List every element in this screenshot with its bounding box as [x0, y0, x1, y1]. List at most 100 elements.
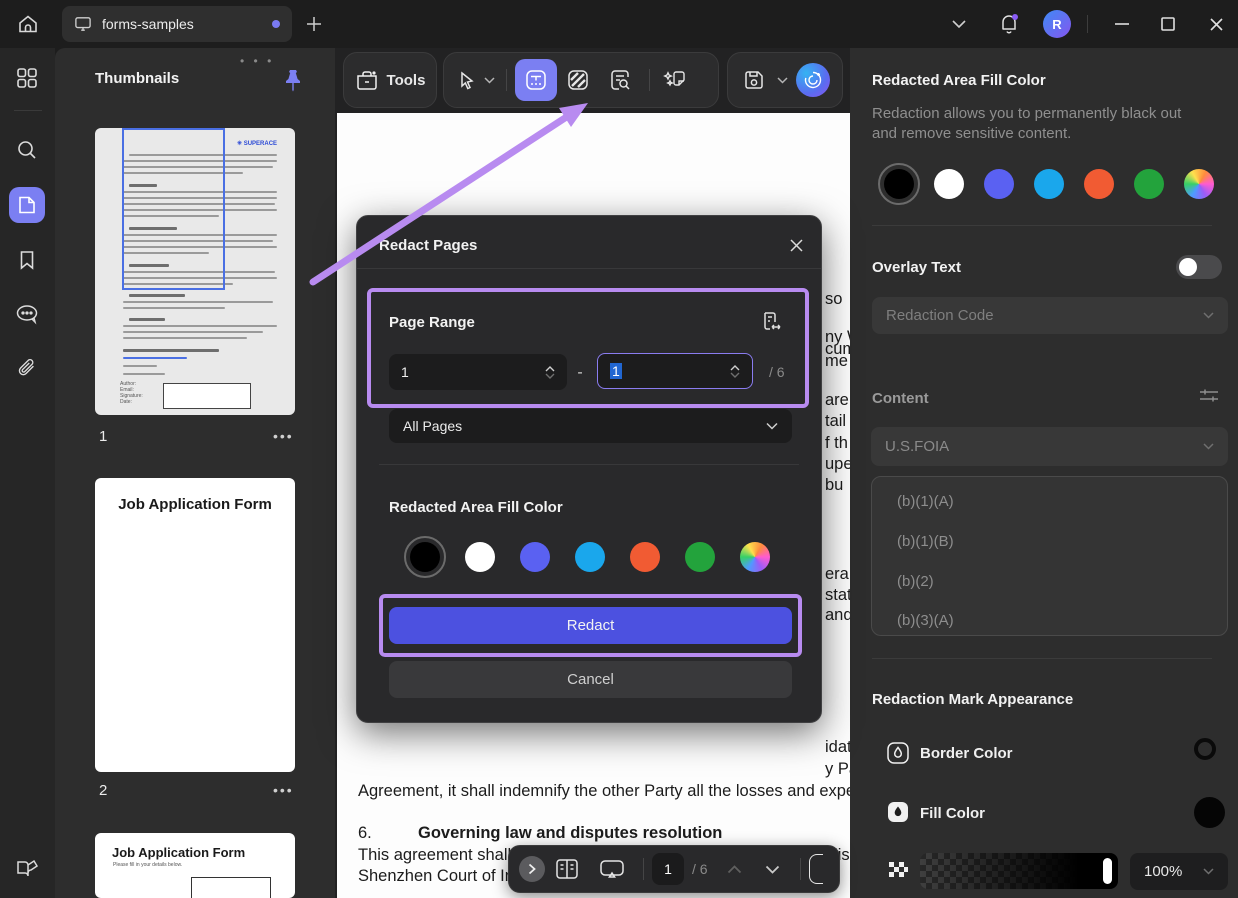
thumbnail-menu-button[interactable]: •••	[273, 428, 294, 444]
thumbnails-panel: • • • Thumbnails ✳ SUPERACE	[55, 48, 335, 898]
color-swatch-orange[interactable]	[1084, 169, 1114, 199]
home-button[interactable]	[10, 7, 46, 41]
maximize-button[interactable]	[1150, 10, 1186, 38]
color-swatch-green[interactable]	[1134, 169, 1164, 199]
ai-assistant-button[interactable]	[796, 63, 830, 97]
color-swatch-custom[interactable]	[740, 542, 770, 572]
redaction-code-select[interactable]: Redaction Code	[872, 297, 1228, 334]
color-swatch-cyan[interactable]	[1034, 169, 1064, 199]
to-stepper[interactable]	[730, 365, 740, 378]
titlebar-divider	[1087, 15, 1088, 33]
next-page-button[interactable]	[754, 865, 792, 874]
thumbnails-panel-title: Thumbnails	[95, 70, 179, 87]
color-swatch-cyan[interactable]	[575, 542, 605, 572]
pin-icon	[282, 68, 304, 92]
cancel-button[interactable]: Cancel	[389, 661, 792, 698]
thumbnail-signature-labels: Author:Email:Signature:Date:	[120, 381, 143, 405]
redact-pages-icon	[524, 68, 548, 92]
thumbnail-page-1[interactable]: ✳ SUPERACE	[95, 128, 295, 415]
page-number-input[interactable]: 1	[652, 853, 684, 885]
fill-color-icon	[886, 800, 910, 824]
document-tab[interactable]: forms-samples	[62, 6, 292, 42]
color-swatch-black[interactable]	[884, 169, 914, 199]
color-swatch-indigo[interactable]	[520, 542, 550, 572]
sidebar-item-search[interactable]	[9, 132, 45, 168]
sidebar-item-grid-view[interactable]	[9, 60, 45, 96]
pin-panel-button[interactable]	[279, 66, 307, 94]
redact-area-button[interactable]	[557, 67, 599, 93]
thumbnail-page-2[interactable]: Job Application Form	[95, 478, 295, 772]
select-tool-button[interactable]	[454, 70, 480, 90]
dialog-close-button[interactable]	[782, 231, 810, 259]
page-layout-button[interactable]	[545, 857, 589, 881]
content-category-select[interactable]: U.S.FOIA	[871, 427, 1228, 466]
list-item[interactable]: (b)(2)	[897, 573, 934, 590]
from-stepper[interactable]	[545, 366, 555, 379]
redact-button[interactable]: Redact	[389, 607, 792, 644]
zoom-pill-clipped[interactable]	[809, 854, 823, 884]
dialog-divider	[357, 268, 821, 269]
thumbnail-page-3[interactable]: Job Application Form Please fill in your…	[95, 833, 295, 898]
minimize-button[interactable]	[1104, 10, 1140, 38]
page-range-from-input[interactable]: 1	[389, 354, 567, 390]
color-swatch-green[interactable]	[685, 542, 715, 572]
tools-button[interactable]: Tools	[343, 52, 437, 108]
save-options-chevron[interactable]	[774, 77, 790, 84]
content-settings-button[interactable]	[1198, 386, 1220, 406]
search-redact-button[interactable]	[599, 67, 641, 93]
color-swatch-black[interactable]	[410, 542, 440, 572]
window-menu-chevron[interactable]	[948, 15, 970, 33]
new-tab-button[interactable]	[303, 14, 325, 34]
content-category-value: U.S.FOIA	[885, 438, 949, 455]
opacity-slider[interactable]	[920, 853, 1118, 889]
range-separator: -	[567, 364, 593, 382]
border-color-swatch[interactable]	[1194, 738, 1216, 760]
color-swatch-white[interactable]	[934, 169, 964, 199]
page-range-to-input[interactable]: 1	[597, 353, 753, 389]
previous-page-button[interactable]	[716, 865, 754, 874]
close-window-button[interactable]	[1198, 10, 1234, 38]
presentation-mode-button[interactable]	[589, 857, 635, 881]
list-item[interactable]: (b)(3)(A)	[897, 612, 954, 629]
opacity-select[interactable]: 100%	[1130, 853, 1228, 890]
chevron-down-icon	[951, 19, 967, 29]
comment-icon	[15, 303, 39, 325]
notifications-button[interactable]	[996, 9, 1022, 39]
chevron-down-icon	[1203, 312, 1214, 319]
list-item[interactable]: (b)(1)(A)	[897, 493, 954, 510]
expand-nav-button[interactable]	[519, 856, 545, 882]
sidebar-item-bookmarks[interactable]	[9, 242, 45, 278]
close-icon	[1209, 17, 1224, 32]
redact-tool-group	[443, 52, 719, 108]
list-item[interactable]: (b)(1)(B)	[897, 533, 954, 550]
sidebar-item-comments[interactable]	[9, 296, 45, 332]
color-swatch-indigo[interactable]	[984, 169, 1014, 199]
page-scope-select[interactable]: All Pages	[389, 409, 792, 443]
color-swatch-white[interactable]	[465, 542, 495, 572]
avatar[interactable]: R	[1043, 10, 1071, 38]
color-swatch-orange[interactable]	[630, 542, 660, 572]
section-divider	[872, 225, 1212, 226]
border-color-label: Border Color	[920, 745, 1013, 762]
redact-pages-button[interactable]	[515, 59, 557, 101]
annotation-rect-page-range	[367, 288, 809, 408]
thumbnail-menu-button[interactable]: •••	[273, 782, 294, 798]
select-tool-chevron[interactable]	[480, 77, 498, 84]
sidebar-item-reader-mode[interactable]	[9, 850, 45, 886]
save-button[interactable]	[740, 68, 768, 92]
close-icon	[789, 238, 804, 253]
sidebar-item-attachments[interactable]	[9, 350, 45, 386]
overlay-text-toggle[interactable]	[1176, 255, 1222, 279]
reader-mode-icon	[15, 857, 39, 879]
cleanup-tool-button[interactable]	[658, 67, 692, 93]
fill-color-swatch[interactable]	[1194, 797, 1225, 828]
chevron-right-icon	[527, 863, 537, 875]
opacity-slider-handle[interactable]	[1103, 858, 1112, 884]
page-range-mode-button[interactable]	[757, 308, 785, 336]
redact-pages-dialog: Redact Pages Page Range 1 - 1 / 6	[356, 215, 822, 723]
sidebar-item-thumbnails[interactable]	[9, 187, 45, 223]
panel-resize-handle[interactable]: • • •	[240, 54, 274, 68]
doc-heading-number: 6.	[358, 824, 372, 843]
color-swatch-custom[interactable]	[1184, 169, 1214, 199]
doc-line: Agreement, it shall indemnify the other …	[358, 782, 850, 801]
